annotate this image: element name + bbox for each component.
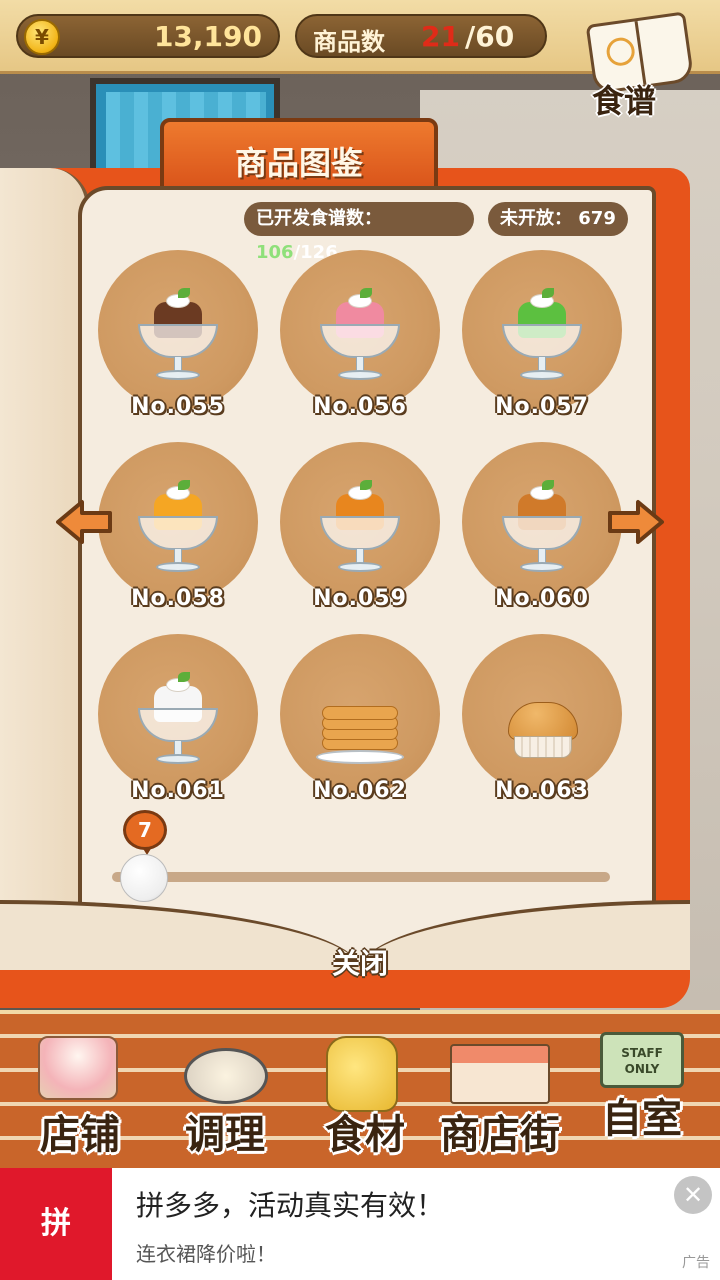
muffin-icon (508, 702, 578, 762)
item-number: No.060 (495, 586, 589, 611)
close-button[interactable]: 关闭 (300, 942, 420, 986)
arrow-left-icon (56, 500, 112, 544)
ad-title: 拼多多，活动真实有效！ (136, 1189, 445, 1222)
item-number: No.063 (495, 778, 589, 803)
pudding-cup-icon (138, 480, 218, 576)
pudding-cup-icon (320, 288, 400, 384)
nav-shopping-street[interactable]: 商店街 (430, 1014, 570, 1174)
recipe-button[interactable]: 食谱 (582, 11, 700, 120)
pudding-cup-icon (502, 288, 582, 384)
staff-only-sign-icon: STAFF ONLY (600, 1032, 684, 1088)
bottom-nav: 店铺 调理 食材 商店街 STAFF ONLY 自室 (0, 1010, 720, 1170)
nav-ingredients[interactable]: 食材 (310, 1014, 420, 1174)
pudding-cup-icon (320, 480, 400, 576)
ad-close-button[interactable]: ✕ (674, 1176, 712, 1214)
unopened-badge: 未开放： 679 (488, 202, 628, 236)
book-title-tab: 商品图鉴 (160, 118, 438, 194)
nav-my-room[interactable]: STAFF ONLY 自室 (586, 1014, 698, 1174)
developed-recipes-badge: 已开发食谱数：106/126 (244, 202, 474, 263)
catalog-item[interactable]: No.060 (460, 442, 624, 622)
catalog-item[interactable]: No.056 (278, 250, 442, 430)
pancake-icon (316, 696, 404, 766)
item-count-label: 商品数 (313, 28, 385, 56)
item-number: No.057 (495, 394, 589, 419)
nav-cooking[interactable]: 调理 (160, 1014, 290, 1174)
item-count-current: 21 (421, 20, 460, 53)
money-value: 13,190 (153, 20, 262, 53)
catalog-item[interactable]: No.058 (96, 442, 260, 622)
item-number: No.058 (131, 586, 225, 611)
catalog-item[interactable]: No.061 (96, 634, 260, 814)
catalog-item[interactable]: No.059 (278, 442, 442, 622)
money-display: ¥ 13,190 (16, 14, 280, 58)
item-number: No.059 (313, 586, 407, 611)
storefront-icon (450, 1044, 550, 1104)
ad-banner[interactable]: 拼 拼多多，活动真实有效！ 连衣裙降价啦！ 广告 (0, 1168, 720, 1280)
nav-cooking-label: 调理 (185, 1112, 265, 1158)
book-title: 商品图鉴 (234, 144, 363, 182)
nav-shop-label: 店铺 (40, 1112, 120, 1158)
pudding-cup-icon (138, 288, 218, 384)
item-number: No.061 (131, 778, 225, 803)
flour-sack-icon (326, 1036, 398, 1112)
arrow-right-icon (608, 500, 664, 544)
catalog-item[interactable]: No.055 (96, 250, 260, 430)
whisk-bowl-icon (184, 1048, 268, 1104)
nav-my-room-label: 自室 (602, 1096, 682, 1142)
cake-icon (38, 1036, 118, 1100)
pudding-cup-icon (138, 672, 218, 768)
ad-tag: 广告 (682, 1255, 710, 1271)
item-count-max: /60 (465, 20, 515, 53)
catalog-item[interactable]: No.057 (460, 250, 624, 430)
ad-logo: 拼 (0, 1168, 112, 1280)
item-number: No.062 (313, 778, 407, 803)
developed-label: 已开发食谱数： (256, 208, 382, 229)
item-number: No.055 (131, 394, 225, 419)
nav-shop[interactable]: 店铺 (20, 1014, 140, 1174)
next-page-button[interactable] (606, 498, 664, 546)
item-count-display: 商品数 21 /60 (295, 14, 547, 58)
nav-shopping-street-label: 商店街 (440, 1112, 560, 1158)
page-number-bubble: 7 (123, 810, 167, 855)
catalog-item[interactable]: No.063 (460, 634, 624, 814)
ad-subtitle: 连衣裙降价啦！ (136, 1242, 276, 1266)
prev-page-button[interactable] (56, 498, 114, 546)
item-number: No.056 (313, 394, 407, 419)
catalog-item[interactable]: No.062 (278, 634, 442, 814)
book-left-page (0, 168, 90, 968)
recipe-label: 食谱 (592, 82, 657, 120)
pudding-cup-icon (502, 480, 582, 576)
coin-icon: ¥ (24, 19, 60, 55)
nav-ingredients-label: 食材 (325, 1112, 405, 1158)
